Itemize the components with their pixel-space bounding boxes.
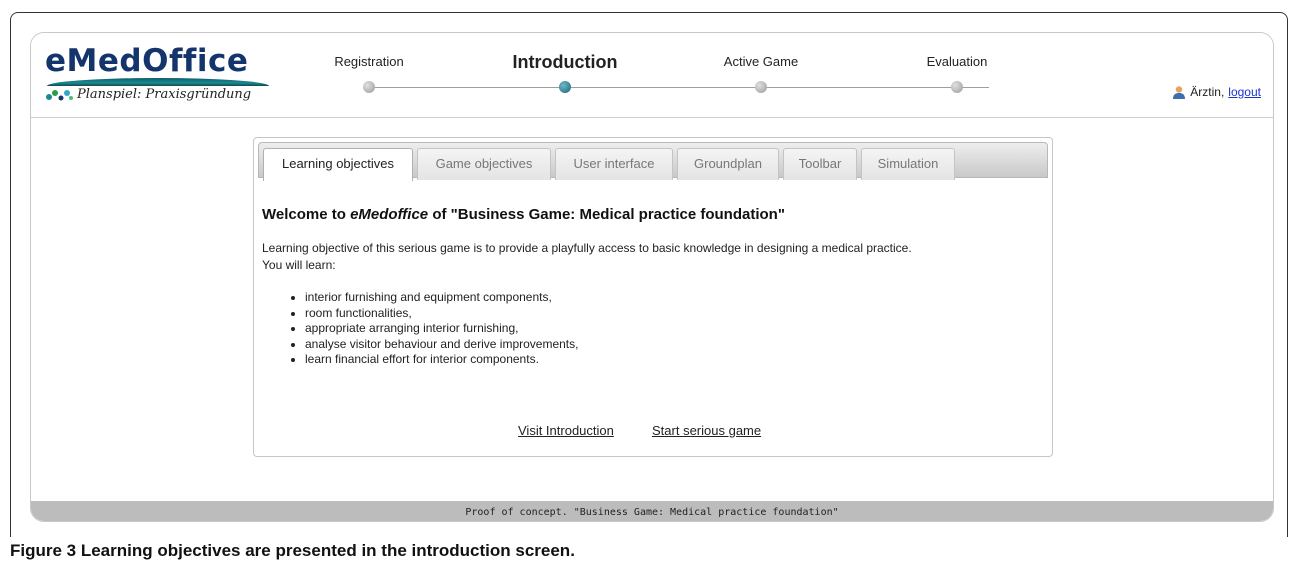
step-label: Introduction [512, 52, 618, 72]
tab-learning-objectives[interactable]: Learning objectives [263, 148, 413, 181]
footer-bar: Proof of concept. "Business Game: Medica… [31, 501, 1273, 521]
step-dot [951, 81, 963, 93]
welcome-prefix: Welcome to [262, 206, 351, 223]
intro-line: Learning objective of this serious game … [262, 241, 912, 255]
tab-groundplan[interactable]: Groundplan [677, 148, 779, 180]
step-introduction[interactable]: Introduction [465, 52, 665, 93]
welcome-product: eMedoffice [350, 206, 429, 223]
step-label: Evaluation [926, 54, 988, 69]
intro-text: Learning objective of this serious game … [262, 240, 1046, 274]
figure-caption: Figure 3 Learning objectives are present… [10, 541, 575, 561]
progress-line [369, 87, 989, 88]
logo-underline [47, 78, 269, 86]
logo-title: eMedOffice [45, 43, 249, 79]
app-window: eMedOffice Planspiel: Praxisgründung Reg… [30, 32, 1274, 522]
logo-subline: Planspiel: Praxisgründung [45, 87, 251, 102]
step-registration[interactable]: Registration [269, 53, 469, 93]
list-item: room functionalities, [305, 306, 578, 322]
welcome-suffix: of "Business Game: Medical practice foun… [428, 206, 785, 223]
tab-user-interface[interactable]: User interface [555, 148, 673, 180]
caption-text: Learning objectives are presented in the… [76, 541, 575, 560]
tab-game-objectives[interactable]: Game objectives [417, 148, 551, 180]
user-icon [1173, 86, 1186, 99]
intro-panel: Learning objectives Game objectives User… [253, 137, 1053, 457]
caption-label: Figure 3 [10, 541, 77, 560]
tab-simulation[interactable]: Simulation [861, 148, 955, 180]
start-serious-game-link[interactable]: Start serious game [652, 423, 761, 438]
step-dot [363, 81, 375, 93]
list-item: analyse visitor behaviour and derive imp… [305, 337, 578, 353]
step-evaluation[interactable]: Evaluation [857, 53, 1057, 93]
tab-toolbar[interactable]: Toolbar [783, 148, 857, 180]
welcome-heading: Welcome to eMedoffice of "Business Game:… [262, 206, 785, 223]
logo: eMedOffice Planspiel: Praxisgründung [45, 43, 285, 103]
logo-dots-icon [46, 89, 73, 100]
step-active-game[interactable]: Active Game [661, 53, 861, 93]
step-label: Registration [334, 54, 404, 69]
user-name: Ärztin, [1190, 85, 1225, 99]
step-dot-active [559, 81, 571, 93]
list-item: learn financial effort for interior comp… [305, 352, 578, 368]
list-item: appropriate arranging interior furnishin… [305, 321, 578, 337]
visit-introduction-link[interactable]: Visit Introduction [518, 423, 614, 438]
header: eMedOffice Planspiel: Praxisgründung Reg… [31, 33, 1273, 118]
tab-bar: Learning objectives Game objectives User… [258, 142, 1048, 181]
step-dot [755, 81, 767, 93]
objectives-list: interior furnishing and equipment compon… [289, 290, 578, 368]
intro-line: You will learn: [262, 258, 336, 272]
user-area: Ärztin, logout [1172, 85, 1261, 99]
step-label: Active Game [723, 54, 799, 69]
list-item: interior furnishing and equipment compon… [305, 290, 578, 306]
logo-subtitle: Planspiel: Praxisgründung [77, 87, 252, 102]
logout-link[interactable]: logout [1228, 85, 1261, 99]
